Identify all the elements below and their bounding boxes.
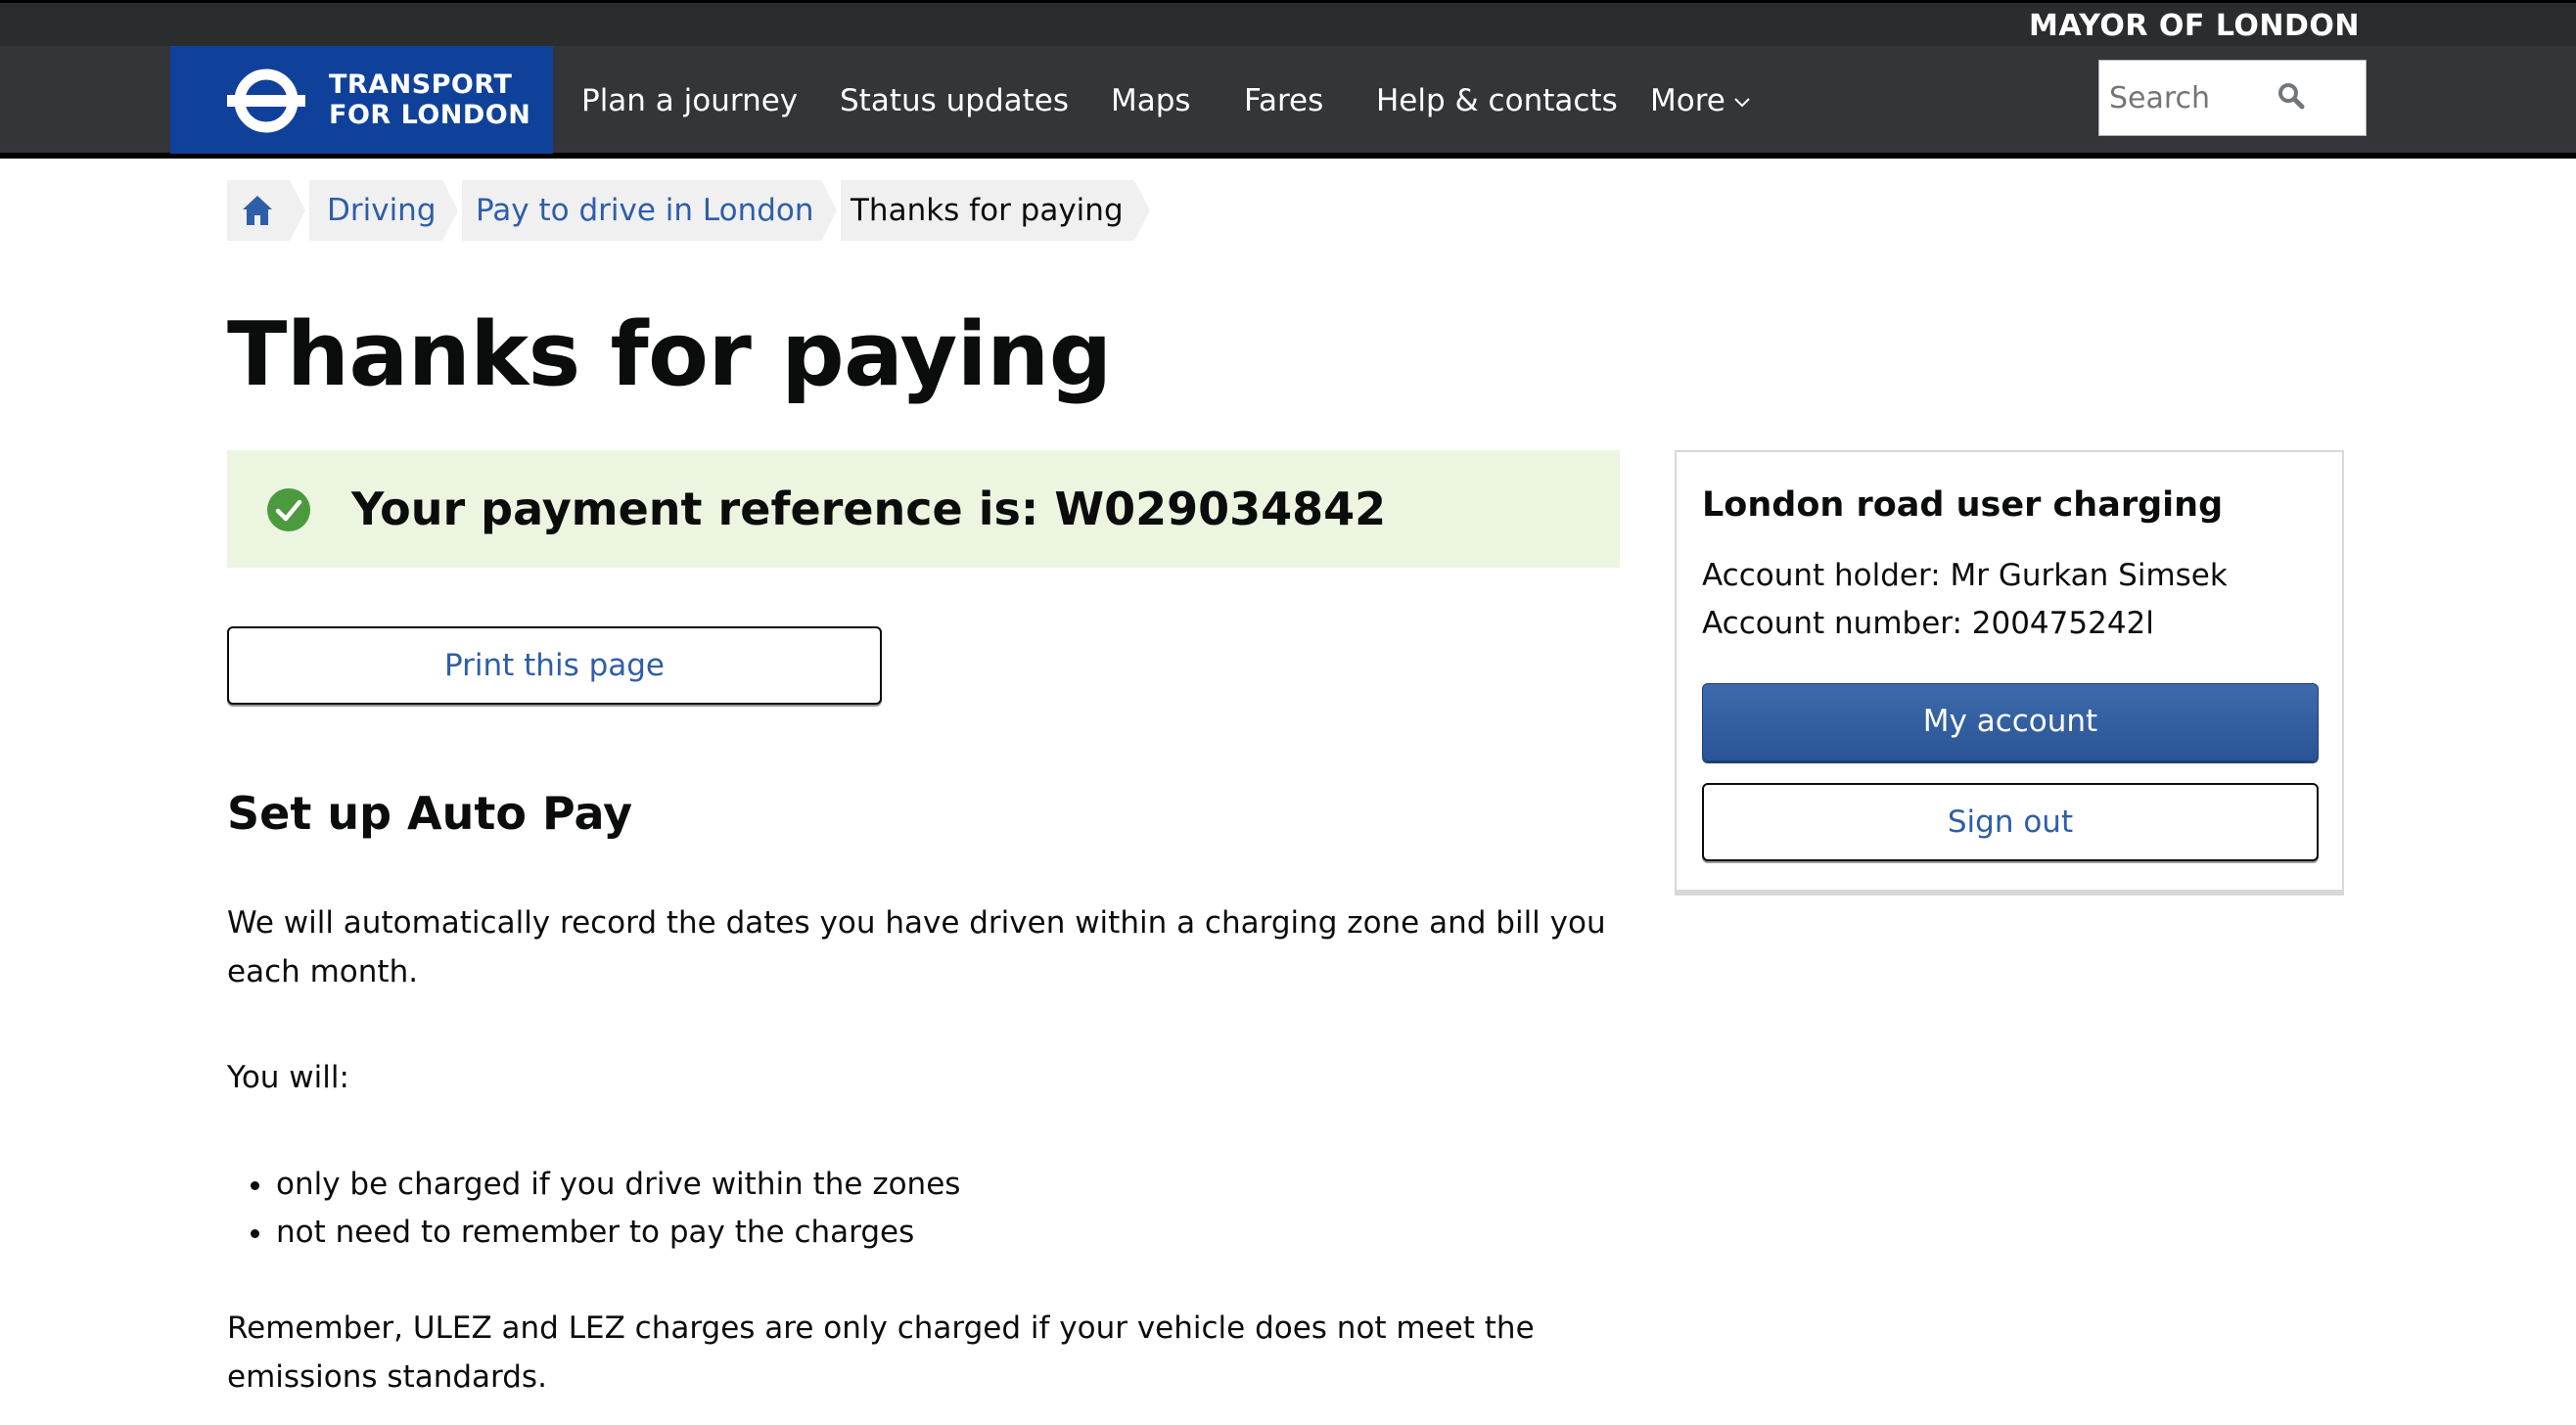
account-number: Account number: 200475242l [1702, 606, 2154, 641]
mayor-of-london-link[interactable]: MAYOR OF LONDON [2029, 9, 2360, 43]
tfl-roundel-icon [227, 69, 305, 133]
breadcrumb-driving-link[interactable]: Driving [327, 193, 437, 228]
payment-success-panel: Your payment reference is: W029034842 [227, 450, 1620, 568]
logo-line-1: TRANSPORT [329, 69, 513, 100]
page-title: Thanks for paying [227, 303, 1112, 406]
breadcrumb-separator [1134, 180, 1150, 241]
breadcrumb-current: Thanks for paying [841, 180, 1134, 241]
main-navigation: TRANSPORT FOR LONDON Plan a journey Stat… [0, 46, 2576, 159]
tfl-logo[interactable]: TRANSPORT FOR LONDON [170, 46, 553, 154]
search-input[interactable] [2109, 78, 2276, 117]
my-account-button[interactable]: My account [1702, 683, 2319, 761]
search-box [2098, 60, 2367, 136]
breadcrumb-separator [821, 180, 837, 241]
breadcrumb-driving[interactable]: Driving [309, 180, 442, 241]
nav-maps[interactable]: Maps [1111, 83, 1191, 118]
account-panel-title: London road user charging [1702, 485, 2224, 525]
payment-reference-text: Your payment reference is: W029034842 [351, 483, 1387, 535]
you-will-text: You will: [227, 1060, 349, 1095]
breadcrumb-home[interactable] [227, 180, 290, 241]
nav-plan-a-journey[interactable]: Plan a journey [581, 83, 798, 118]
nav-help-contacts[interactable]: Help & contacts [1376, 83, 1618, 118]
breadcrumb-separator [442, 180, 458, 241]
auto-pay-intro: We will automatically record the dates y… [227, 905, 1606, 989]
nav-more[interactable]: More [1650, 83, 1751, 118]
home-icon [243, 196, 272, 225]
breadcrumb-pay-to-drive[interactable]: Pay to drive in London [462, 180, 821, 241]
auto-pay-heading: Set up Auto Pay [227, 787, 633, 840]
nav-more-label: More [1650, 83, 1725, 118]
chevron-down-icon [1734, 97, 1750, 107]
print-page-button[interactable]: Print this page [227, 626, 882, 705]
tfl-logo-text: TRANSPORT FOR LONDON [329, 69, 530, 130]
nav-fares[interactable]: Fares [1244, 83, 1323, 118]
emissions-reminder: Remember, ULEZ and LEZ charges are only … [227, 1310, 1535, 1395]
account-holder: Account holder: Mr Gurkan Simsek [1702, 558, 2228, 593]
top-strip: MAYOR OF LONDON [0, 0, 2576, 46]
benefits-list: only be charged if you drive within the … [227, 1161, 960, 1257]
check-circle-icon [267, 488, 310, 531]
logo-line-2: FOR LONDON [329, 100, 531, 130]
nav-status-updates[interactable]: Status updates [840, 83, 1069, 118]
search-icon[interactable] [2276, 80, 2309, 114]
list-item: only be charged if you drive within the … [227, 1161, 960, 1209]
sign-out-button[interactable]: Sign out [1702, 783, 2319, 861]
breadcrumb-separator [290, 180, 305, 241]
account-panel: London road user charging Account holder… [1675, 450, 2344, 896]
breadcrumb-pay-to-drive-link[interactable]: Pay to drive in London [476, 193, 814, 228]
list-item: not need to remember to pay the charges [227, 1209, 960, 1257]
